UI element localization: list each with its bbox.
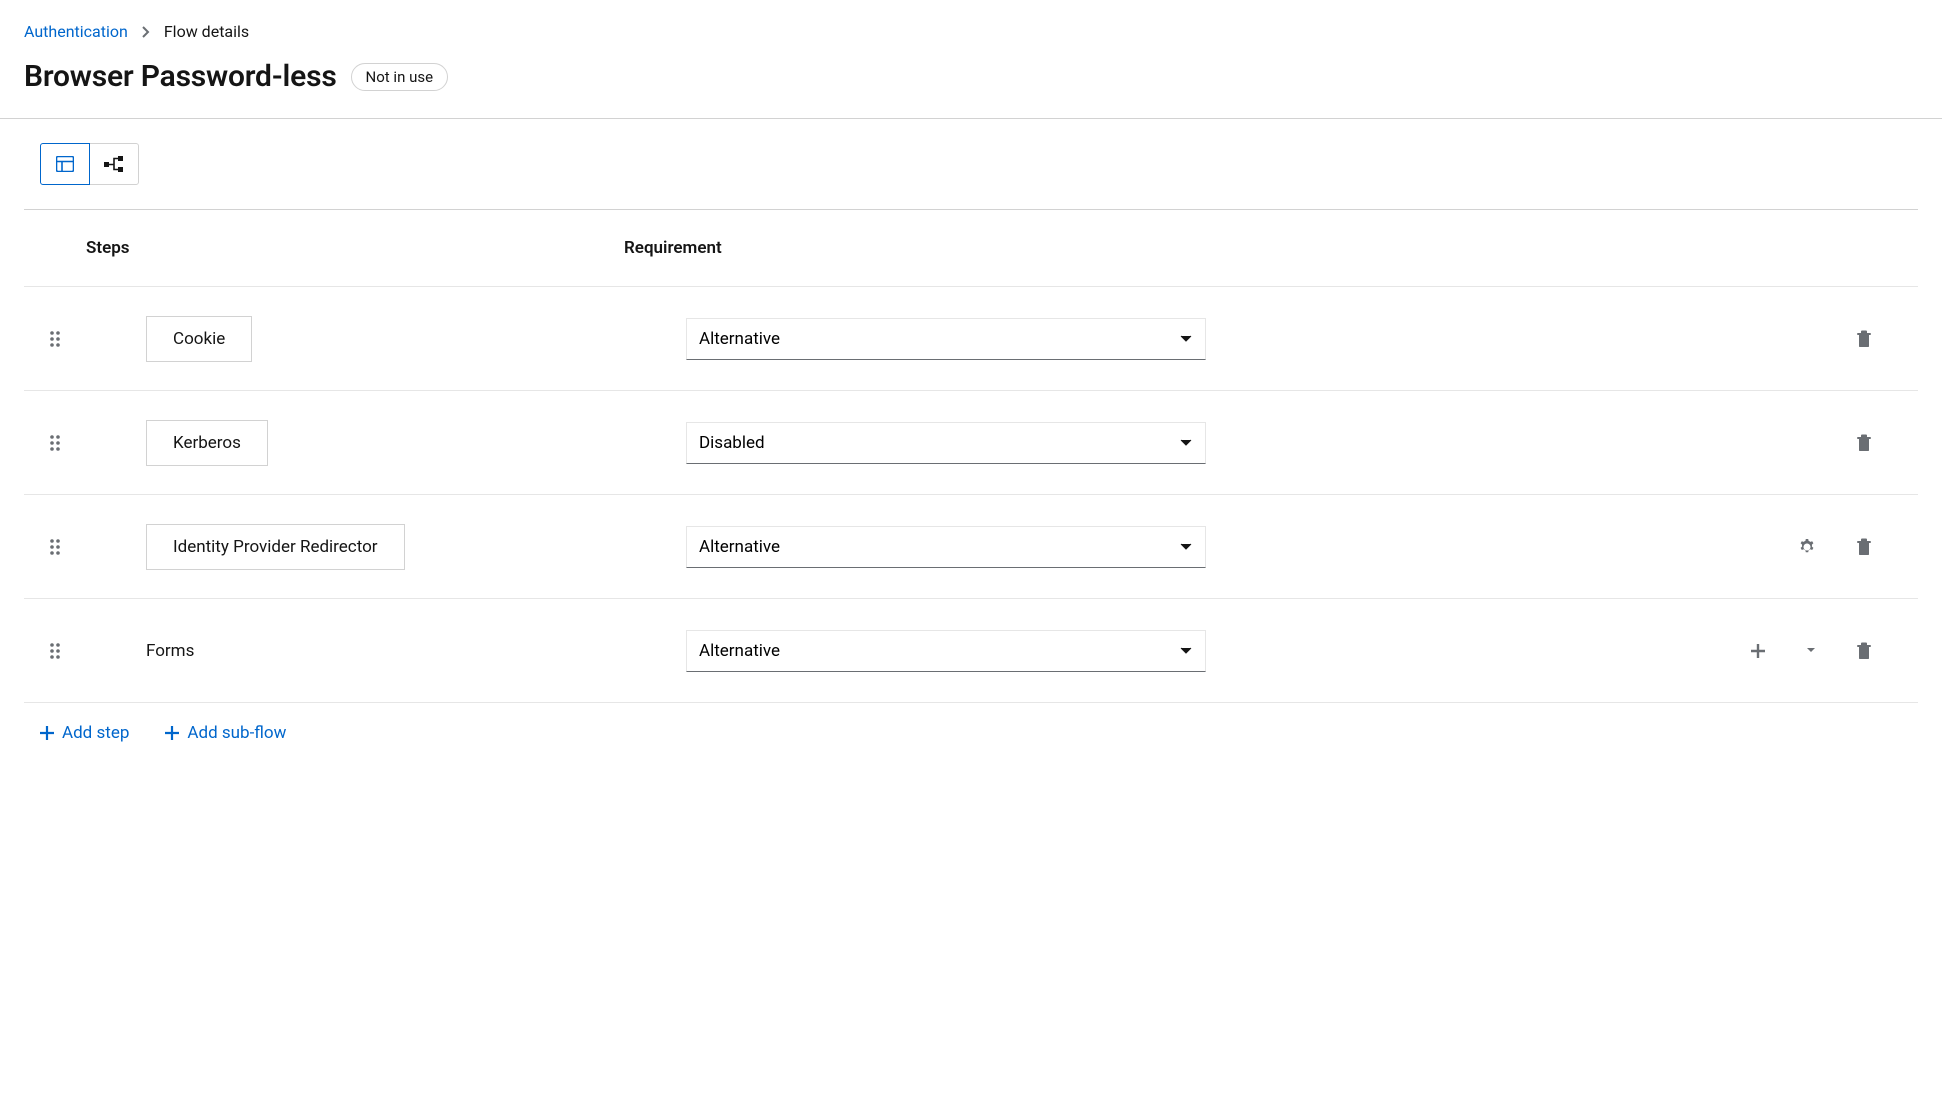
table-icon [56, 156, 74, 172]
table-header-row: Steps Requirement [24, 210, 1918, 286]
trash-icon [1856, 434, 1872, 452]
caret-down-icon [1806, 647, 1816, 654]
diagram-view-button[interactable] [89, 143, 139, 185]
drag-handle-icon[interactable] [24, 642, 86, 660]
table-row: Forms RequiredAlternativeDisabledConditio… [24, 598, 1918, 702]
trash-icon [1856, 538, 1872, 556]
delete-button[interactable] [1850, 636, 1878, 666]
column-header-steps: Steps [24, 238, 624, 258]
plus-icon [40, 726, 54, 740]
plus-icon [1750, 643, 1766, 659]
more-dropdown-button[interactable] [1800, 641, 1822, 660]
diagram-icon [104, 156, 124, 172]
requirement-select[interactable]: RequiredAlternativeDisabledConditional [686, 526, 1206, 568]
breadcrumb: Authentication Flow details [24, 22, 1918, 41]
add-step-label: Add step [62, 723, 129, 743]
delete-button[interactable] [1850, 428, 1878, 458]
add-step-button[interactable]: Add step [40, 723, 129, 743]
page-title: Browser Password-less [24, 59, 337, 94]
column-header-requirement: Requirement [624, 238, 1164, 258]
add-subflow-button[interactable]: Add sub-flow [165, 723, 286, 743]
trash-icon [1856, 642, 1872, 660]
breadcrumb-current: Flow details [164, 22, 249, 41]
gear-icon [1798, 538, 1816, 556]
drag-handle-icon[interactable] [24, 538, 86, 556]
table-row: Identity Provider Redirector RequiredAlte… [24, 494, 1918, 598]
requirement-select[interactable]: RequiredAlternativeDisabledConditional [686, 422, 1206, 464]
delete-button[interactable] [1850, 532, 1878, 562]
plus-icon [165, 726, 179, 740]
add-button[interactable] [1744, 637, 1772, 665]
table-row: Kerberos RequiredAlternativeDisabledCondi… [24, 390, 1918, 494]
drag-handle-icon[interactable] [24, 330, 86, 348]
drag-handle-icon[interactable] [24, 434, 86, 452]
table-footer-actions: Add step Add sub-flow [24, 702, 1918, 763]
chevron-right-icon [142, 26, 150, 38]
requirement-select[interactable]: RequiredAlternativeDisabledConditional [686, 630, 1206, 672]
view-toggle [40, 143, 139, 185]
flow-steps-table: Steps Requirement Cookie RequiredAlternat… [24, 209, 1918, 763]
settings-button[interactable] [1792, 532, 1822, 562]
delete-button[interactable] [1850, 324, 1878, 354]
step-label: Identity Provider Redirector [146, 524, 405, 570]
table-view-button[interactable] [40, 143, 90, 185]
table-row: Cookie RequiredAlternativeDisabledConditi… [24, 286, 1918, 390]
status-badge: Not in use [351, 63, 449, 91]
requirement-select[interactable]: RequiredAlternativeDisabledConditional [686, 318, 1206, 360]
breadcrumb-parent-link[interactable]: Authentication [24, 22, 128, 41]
trash-icon [1856, 330, 1872, 348]
step-label: Kerberos [146, 420, 268, 466]
add-subflow-label: Add sub-flow [187, 723, 286, 743]
step-label: Forms [86, 641, 194, 661]
step-label: Cookie [146, 316, 252, 362]
